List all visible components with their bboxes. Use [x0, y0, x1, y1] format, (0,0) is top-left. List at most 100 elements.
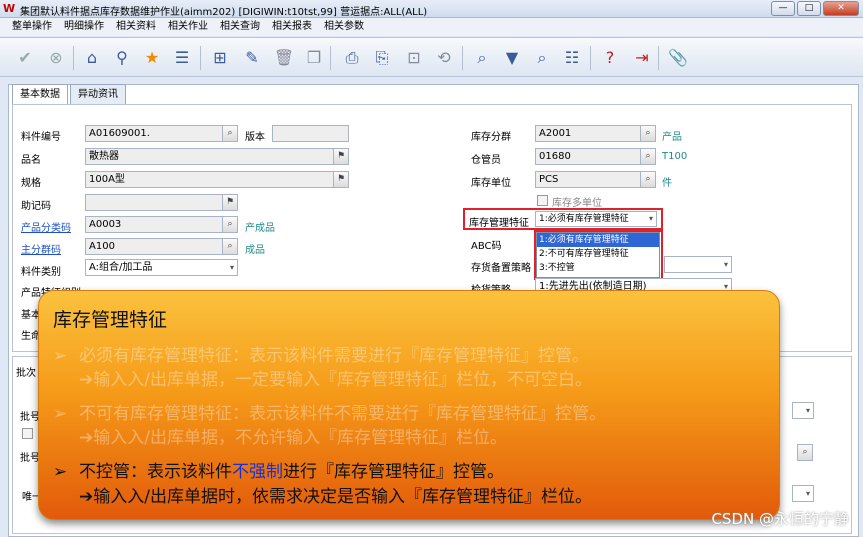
main-group-desc: 成品 — [245, 245, 265, 256]
tab-change-info[interactable]: 异动资讯 — [70, 84, 126, 104]
title-bar: W 集团默认料件据点库存数据维护作业(aimm202) [DIGIWIN:t10… — [0, 0, 863, 18]
watermark: CSDN @永恒的宁静 — [711, 510, 849, 528]
main-group-link[interactable]: 主分群码 — [21, 241, 61, 256]
tab-bar: 基本数据 异动资讯 — [12, 84, 128, 105]
keeper-lookup-icon[interactable]: ⌕ — [640, 148, 656, 165]
item-no-label: 料件编号 — [21, 132, 61, 143]
list-view-icon[interactable]: ☷ — [560, 46, 584, 70]
callout-item2-line2: ➔输入入/出库单据，不允许输入『库存管理特征』栏位。 — [79, 428, 507, 448]
callout-item1-line2: ➔输入入/出库单据，一定要输入『库存管理特征』栏位，不可空白。 — [79, 370, 592, 390]
add-icon[interactable]: ⊞ — [208, 46, 232, 70]
backup-select[interactable]: ▾ — [664, 256, 732, 273]
spec-label: 规格 — [21, 178, 41, 189]
stock-feature-label: 库存管理特征 — [469, 218, 529, 229]
keeper-field[interactable]: 01680 — [535, 148, 641, 165]
exit-icon[interactable]: ⇥ — [630, 46, 654, 70]
batch-no-label-2: 批号 — [20, 453, 40, 464]
delete-icon[interactable]: 🗑 — [272, 46, 296, 70]
print-icon[interactable]: ⎙ — [340, 46, 364, 70]
refresh-icon[interactable]: ⟲ — [432, 46, 456, 70]
tab-basic-data[interactable]: 基本数据 — [12, 84, 68, 105]
batch-no-label: 批号 — [20, 412, 40, 423]
main-group-field[interactable]: A100 — [85, 238, 223, 255]
explanation-callout: 库存管理特征 ➢ 必须有库存管理特征：表示该料件需要进行『库存管理特征』控管。 ➔… — [38, 290, 780, 520]
lower-select-1[interactable]: ▾ — [792, 402, 814, 419]
chevron-down-icon: ▾ — [805, 489, 810, 498]
item-no-field[interactable]: A01609001. — [85, 125, 223, 142]
lower-select-2[interactable]: ▾ — [792, 485, 814, 502]
edit-icon[interactable]: ✎ — [240, 46, 264, 70]
chevron-down-icon: ▾ — [723, 260, 728, 269]
version-label: 版本 — [245, 132, 265, 143]
chevron-down-icon: ▾ — [229, 263, 234, 272]
stock-unit-field[interactable]: PCS — [535, 171, 641, 188]
menu-bar: 整单操作 明细操作 相关资料 相关作业 相关查询 相关报表 相关参数 — [0, 18, 863, 36]
lower-lookup-icon[interactable]: ⌕ — [797, 444, 813, 461]
backup-label: 存货备置策略 — [471, 263, 531, 274]
menu-item-related-ops[interactable]: 相关作业 — [162, 18, 214, 36]
stock-feature-select[interactable]: 1:必须有库存管理特征 ▾ — [535, 211, 657, 227]
menu-item-related-params[interactable]: 相关参数 — [318, 18, 370, 36]
batch-section-label: 批次 — [16, 368, 36, 379]
multi-unit-checkbox[interactable] — [537, 195, 548, 206]
mnemonic-label: 助记码 — [21, 201, 51, 212]
item-no-lookup-icon[interactable]: ⌕ — [222, 125, 238, 142]
search-icon[interactable]: ⌕ — [470, 46, 494, 70]
name-lang-icon[interactable]: ⚑ — [333, 148, 349, 165]
batch-checkbox[interactable] — [22, 428, 33, 439]
menu-item-related-data[interactable]: 相关资料 — [110, 18, 162, 36]
favorite-icon[interactable]: ★ — [140, 46, 164, 70]
name-field[interactable]: 散热器 — [85, 148, 335, 165]
menu-item-detail[interactable]: 明细操作 — [58, 18, 110, 36]
item-type-label: 料件类别 — [21, 267, 61, 278]
mnemonic-field[interactable] — [85, 194, 225, 211]
home-icon[interactable]: ⌂ — [80, 46, 104, 70]
confirm-icon[interactable]: ✔ — [13, 46, 37, 70]
stock-group-lookup-icon[interactable]: ⌕ — [640, 125, 656, 142]
copy-icon[interactable]: ❐ — [302, 46, 326, 70]
version-field[interactable] — [272, 125, 349, 142]
filter-icon[interactable]: ▼ — [500, 46, 524, 70]
stock-unit-desc: 件 — [662, 178, 672, 189]
callout-item2-line1: ➢ 不可有库存管理特征：表示该料件不需要进行『库存管理特征』控管。 — [53, 404, 606, 424]
export-icon[interactable]: ⎘ — [370, 46, 394, 70]
keeper-desc: T100 — [662, 151, 688, 162]
query-icon[interactable]: ⌕ — [530, 46, 554, 70]
product-class-desc: 产成品 — [245, 223, 275, 234]
spec-field[interactable]: 100A型 — [85, 171, 335, 188]
chevron-down-icon: ▾ — [648, 214, 653, 223]
maximize-button[interactable]: □ — [797, 1, 821, 16]
stock-group-field[interactable]: A2001 — [535, 125, 641, 142]
product-class-lookup-icon[interactable]: ⌕ — [222, 216, 238, 233]
spec-lang-icon[interactable]: ⚑ — [333, 171, 349, 188]
menu-item-related-query[interactable]: 相关查询 — [214, 18, 266, 36]
menu-item-related-report[interactable]: 相关报表 — [266, 18, 318, 36]
abc-label: ABC码 — [471, 241, 502, 252]
name-label: 品名 — [21, 155, 41, 166]
product-class-link[interactable]: 产品分类码 — [21, 219, 71, 234]
list-icon[interactable]: ☰ — [170, 46, 194, 70]
callout-item1-line1: ➢ 必须有库存管理特征：表示该料件需要进行『库存管理特征』控管。 — [53, 346, 589, 366]
window-title: 集团默认料件据点库存数据维护作业(aimm202) [DIGIWIN:t10ts… — [20, 7, 428, 18]
attachment-icon[interactable]: ⊡ — [402, 46, 426, 70]
keeper-label: 仓管员 — [471, 155, 501, 166]
product-class-field[interactable]: A0003 — [85, 216, 223, 233]
mnemonic-lang-icon[interactable]: ⚑ — [222, 194, 238, 211]
app-logo-icon: W — [3, 2, 16, 15]
minimize-button[interactable]: — — [771, 1, 795, 16]
location-icon[interactable]: ⚲ — [110, 46, 134, 70]
bullet-icon: ➢ — [53, 462, 68, 482]
close-button[interactable]: ✕ — [823, 1, 859, 16]
menu-item-whole-doc[interactable]: 整单操作 — [6, 18, 58, 36]
cancel-icon[interactable]: ⊗ — [44, 46, 68, 70]
chevron-down-icon: ▾ — [805, 406, 810, 415]
stock-unit-lookup-icon[interactable]: ⌕ — [640, 171, 656, 188]
stock-group-desc: 产品 — [662, 132, 682, 143]
help-icon[interactable]: ? — [598, 46, 622, 70]
toolbar: ✔ ⊗ ⌂ ⚲ ★ ☰ ⊞ ✎ 🗑 ❐ ⎙ ⎘ ⊡ ⟲ ⌕ ▼ ⌕ ☷ ? ⇥ … — [0, 37, 863, 77]
item-type-select[interactable]: A:组合/加工品 ▾ — [85, 259, 238, 276]
clip-icon[interactable]: 📎 — [666, 46, 690, 70]
main-group-lookup-icon[interactable]: ⌕ — [222, 238, 238, 255]
callout-item3-line2: ➔输入入/出库单据时，依需求决定是否输入『库存管理特征』栏位。 — [79, 487, 592, 507]
stock-group-label: 库存分群 — [471, 132, 511, 143]
